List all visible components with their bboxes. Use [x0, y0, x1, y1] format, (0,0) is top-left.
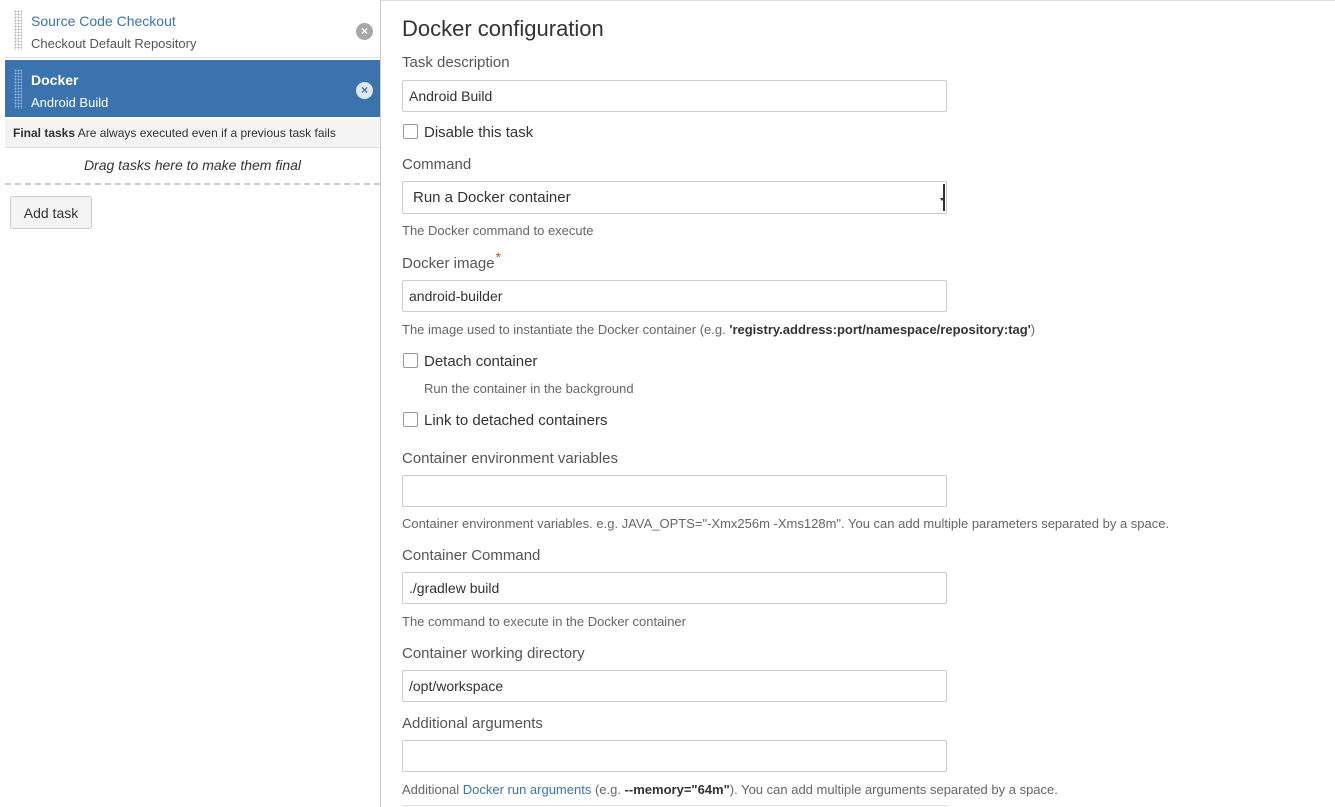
docker-run-arguments-link[interactable]: Docker run arguments [463, 782, 592, 797]
working-dir-input[interactable] [402, 670, 947, 702]
additional-args-label: Additional arguments [402, 715, 543, 732]
additional-args-help-prefix: Additional [402, 782, 463, 797]
docker-image-input[interactable] [402, 280, 947, 312]
additional-args-help-suffix: ). You can add multiple arguments separa… [729, 782, 1058, 797]
add-task-button[interactable]: Add task [10, 196, 92, 229]
container-command-label: Container Command [402, 547, 541, 564]
additional-args-help-middle: (e.g. [591, 782, 625, 797]
additional-args-help-example: --memory="64m" [624, 782, 730, 797]
final-tasks-title: Final tasks [13, 126, 76, 140]
docker-image-help: The image used to instantiate the Docker… [402, 322, 1035, 337]
additional-args-input[interactable] [402, 740, 947, 772]
disable-task-label[interactable]: Disable this task [424, 124, 533, 141]
remove-task-icon[interactable]: × [356, 82, 373, 99]
drag-handle-icon[interactable] [14, 69, 22, 109]
final-tasks-description: Are always executed even if a previous t… [77, 126, 336, 140]
top-divider [381, 0, 1335, 1]
command-select[interactable]: Run a Docker container [402, 181, 947, 214]
task-description-label: Task description [402, 54, 510, 71]
required-asterisk: * [495, 249, 501, 265]
task-description-input[interactable] [402, 80, 947, 112]
detach-container-label[interactable]: Detach container [424, 353, 537, 370]
bottom-divider [402, 805, 947, 806]
task-subtitle: Android Build [31, 95, 109, 110]
final-tasks-drop-zone[interactable]: Drag tasks here to make them final [5, 148, 380, 185]
command-label: Command [402, 156, 472, 173]
container-command-help: The command to execute in the Docker con… [402, 614, 686, 629]
detach-container-help: Run the container in the background [424, 381, 634, 396]
drag-handle-icon[interactable] [14, 10, 22, 50]
final-tasks-header: Final tasks Are always executed even if … [5, 119, 380, 148]
command-help: The Docker command to execute [402, 223, 594, 238]
disable-task-checkbox[interactable] [403, 124, 418, 139]
env-vars-input[interactable] [402, 475, 947, 507]
task-item-docker[interactable]: Docker Android Build × [5, 60, 380, 117]
command-selected-value: Run a Docker container [413, 189, 571, 206]
docker-image-label-text: Docker image [402, 255, 495, 272]
task-subtitle: Checkout Default Repository [31, 36, 197, 51]
env-vars-label: Container environment variables [402, 450, 618, 467]
task-name[interactable]: Source Code Checkout [31, 13, 176, 29]
container-command-input[interactable] [402, 572, 947, 604]
docker-image-help-example: 'registry.address:port/namespace/reposit… [729, 322, 1031, 337]
task-item-source-code-checkout[interactable]: Source Code Checkout Checkout Default Re… [5, 1, 380, 58]
app-root: Source Code Checkout Checkout Default Re… [0, 0, 1335, 807]
additional-args-help: Additional Docker run arguments (e.g. --… [402, 782, 1058, 797]
docker-image-help-suffix: ) [1030, 322, 1036, 337]
task-name[interactable]: Docker [31, 72, 78, 88]
page-title: Docker configuration [402, 16, 604, 41]
docker-image-label: Docker image* [402, 249, 501, 272]
env-vars-help: Container environment variables. e.g. JA… [402, 516, 1170, 531]
dropdown-arrow-icon [940, 184, 945, 211]
detach-container-checkbox[interactable] [403, 353, 418, 368]
docker-image-help-prefix: The image used to instantiate the Docker… [402, 322, 730, 337]
working-dir-label: Container working directory [402, 645, 585, 662]
task-list-sidebar: Source Code Checkout Checkout Default Re… [0, 0, 381, 807]
link-containers-label[interactable]: Link to detached containers [424, 412, 607, 429]
remove-task-icon[interactable]: × [356, 23, 373, 40]
link-containers-checkbox[interactable] [403, 412, 418, 427]
task-configuration-form: Docker configuration Task description Di… [381, 0, 1335, 807]
